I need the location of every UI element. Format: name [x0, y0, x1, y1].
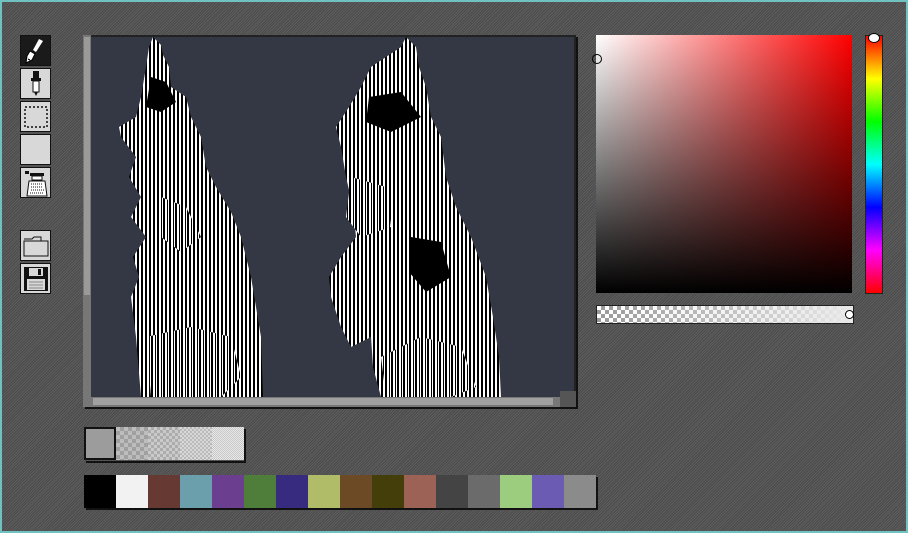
hue-slider-thumb[interactable] [868, 33, 880, 43]
rect-select-icon [23, 105, 48, 128]
palette-swatch[interactable] [564, 475, 596, 508]
color-palette [84, 475, 596, 508]
right-figure [329, 37, 501, 397]
hue-slider[interactable] [865, 33, 883, 294]
paintbrush-tool-button[interactable] [20, 35, 51, 66]
palette-swatch[interactable] [468, 475, 500, 508]
brush-swatch[interactable] [212, 427, 244, 460]
horizontal-scrollbar[interactable] [91, 397, 576, 407]
drawing-canvas-panel [83, 35, 576, 407]
resize-corner[interactable] [560, 391, 576, 407]
canvas-artwork [119, 37, 501, 397]
palette-swatch[interactable] [308, 475, 340, 508]
palette-swatch[interactable] [212, 475, 244, 508]
eyedropper-icon [30, 71, 41, 96]
open-file-button[interactable] [20, 230, 51, 261]
tool-bar [20, 35, 53, 296]
brush-swatch[interactable] [84, 427, 116, 460]
drawing-canvas[interactable] [91, 37, 574, 397]
horizontal-scroll-thumb[interactable] [93, 398, 553, 405]
alpha-slider[interactable] [596, 305, 854, 324]
vertical-scrollbar[interactable] [83, 35, 91, 407]
blank-tool-button[interactable] [20, 134, 51, 165]
palette-swatch[interactable] [244, 475, 276, 508]
palette-swatch[interactable] [404, 475, 436, 508]
paintbrush-icon [24, 38, 43, 64]
open-folder-icon [23, 236, 48, 256]
spray-can-icon [24, 170, 48, 196]
alpha-slider-thumb[interactable] [845, 310, 854, 319]
brush-swatch[interactable] [148, 427, 180, 460]
palette-swatch[interactable] [84, 475, 116, 508]
palette-swatch[interactable] [500, 475, 532, 508]
color-picker-cursor[interactable] [592, 54, 602, 64]
save-disk-icon [23, 266, 48, 291]
palette-swatch[interactable] [276, 475, 308, 508]
palette-swatch[interactable] [340, 475, 372, 508]
palette-swatch[interactable] [436, 475, 468, 508]
left-figure [119, 37, 263, 397]
palette-swatch[interactable] [180, 475, 212, 508]
blank-tool-icon [23, 137, 49, 163]
palette-swatch[interactable] [532, 475, 564, 508]
spray-can-tool-button[interactable] [20, 167, 51, 198]
palette-swatch[interactable] [148, 475, 180, 508]
palette-swatch[interactable] [116, 475, 148, 508]
brush-swatch[interactable] [116, 427, 148, 460]
rect-select-tool-button[interactable] [20, 101, 51, 132]
color-picker-square[interactable] [592, 35, 852, 293]
brush-size-selector [84, 427, 244, 461]
save-file-button[interactable] [20, 263, 51, 294]
eyedropper-tool-button[interactable] [20, 68, 51, 99]
palette-swatch[interactable] [372, 475, 404, 508]
vertical-scroll-thumb[interactable] [84, 37, 90, 295]
brush-swatch[interactable] [180, 427, 212, 460]
